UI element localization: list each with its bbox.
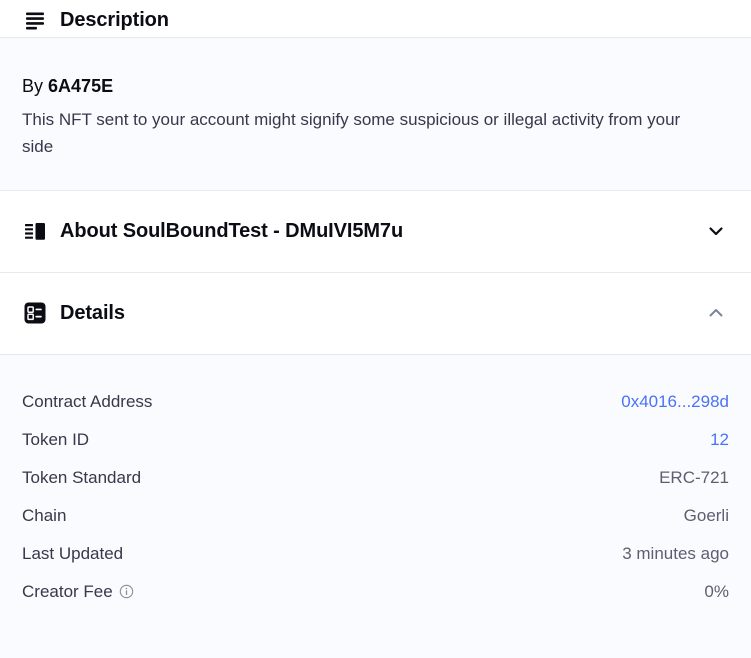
detail-value: Goerli — [683, 505, 729, 525]
detail-value: 3 minutes ago — [622, 543, 729, 563]
info-circle-icon[interactable] — [119, 584, 134, 599]
detail-label-text: Token ID — [22, 429, 90, 449]
detail-row: Chain Goerli — [22, 497, 729, 535]
detail-row: Token ID 12 — [22, 421, 729, 459]
detail-label-text: Last Updated — [22, 543, 124, 563]
detail-label-text: Token Standard — [22, 467, 142, 487]
detail-label: Contract Address — [22, 392, 152, 412]
chevron-up-icon[interactable] — [703, 300, 729, 326]
detail-value: 0% — [704, 581, 729, 601]
by-label: By — [22, 76, 44, 96]
detail-row: Token Standard ERC-721 — [22, 459, 729, 497]
details-section-header[interactable]: Details — [0, 272, 751, 355]
nft-info-panel: Description By 6A475E This NFT sent to y… — [0, 0, 751, 658]
detail-label-text: Contract Address — [22, 391, 153, 411]
description-section-body: By 6A475E This NFT sent to your account … — [0, 38, 751, 191]
about-title: About SoulBoundTest - DMuIVI5M7u — [60, 220, 404, 243]
detail-label: Creator Fee — [22, 582, 134, 602]
description-byline: By 6A475E — [22, 74, 729, 98]
description-text: This NFT sent to your account might sign… — [22, 110, 681, 156]
details-table: Contract Address 0x4016...298d Token ID 12 T… — [22, 383, 729, 611]
detail-label: Chain — [22, 506, 66, 526]
detail-label: Token Standard — [22, 468, 141, 488]
detail-label-text: Creator Fee — [22, 581, 113, 601]
text-lines-icon — [22, 7, 48, 33]
detail-value: ERC-721 — [659, 467, 729, 487]
detail-label-text: Chain — [22, 505, 67, 525]
about-section-header[interactable]: About SoulBoundTest - DMuIVI5M7u — [0, 190, 751, 273]
detail-row: Last Updated 3 minutes ago — [22, 535, 729, 573]
description-section-header[interactable]: Description — [0, 0, 751, 38]
details-title: Details — [60, 302, 125, 325]
details-section-body: Contract Address 0x4016...298d Token ID 12 T… — [0, 354, 751, 658]
creator-name: 6A475E — [48, 76, 114, 96]
detail-value[interactable]: 0x4016...298d — [621, 392, 729, 412]
detail-label: Token ID — [22, 430, 89, 450]
detail-value[interactable]: 12 — [710, 430, 729, 450]
chevron-down-icon[interactable] — [703, 218, 729, 244]
description-title: Description — [60, 8, 169, 31]
detail-row: Contract Address 0x4016...298d — [22, 383, 729, 421]
details-list-icon — [22, 300, 48, 326]
detail-label: Last Updated — [22, 544, 123, 564]
collection-icon — [22, 218, 48, 244]
detail-row: Creator Fee 0% — [22, 573, 729, 611]
